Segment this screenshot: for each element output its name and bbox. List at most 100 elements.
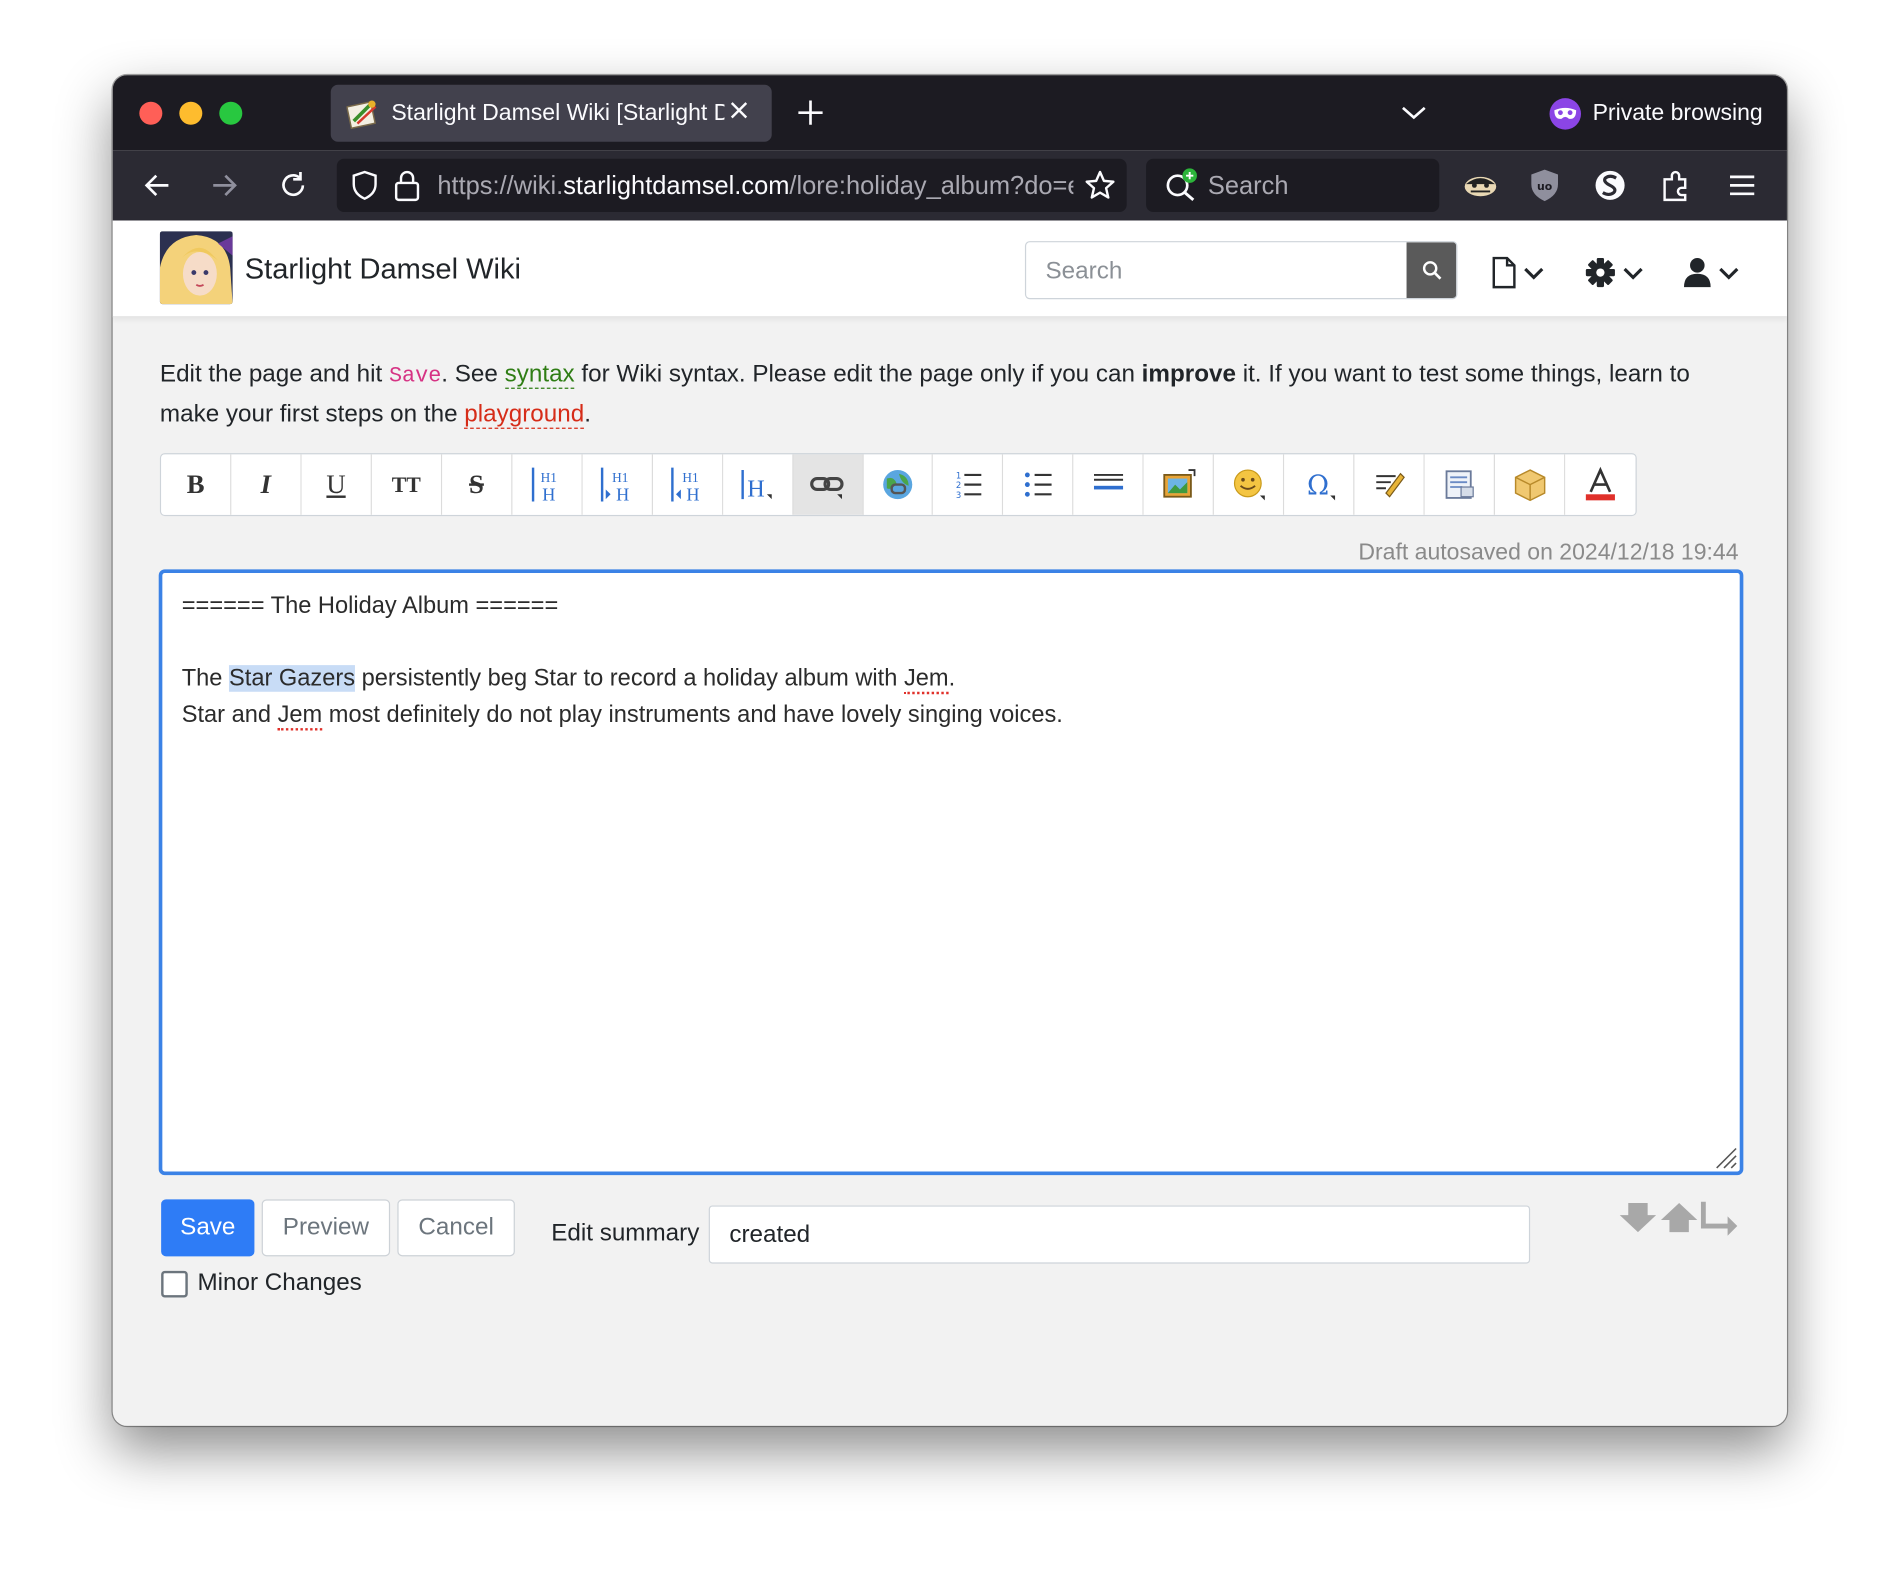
link-button[interactable]	[793, 454, 864, 515]
private-browsing-label: Private browsing	[1592, 100, 1763, 126]
new-tab-icon[interactable]	[795, 97, 826, 128]
site-title[interactable]: Starlight Damsel Wiki	[245, 253, 521, 287]
tab-starlight-wiki[interactable]: Starlight Damsel Wiki [Starlight Damsel …	[330, 84, 772, 142]
font-color-icon	[1585, 466, 1615, 501]
lower-heading-button[interactable]: H1 H	[582, 454, 653, 515]
user-tools-menu[interactable]	[1683, 254, 1741, 290]
extensions-puzzle-icon[interactable]	[1659, 167, 1693, 203]
extension-s-icon[interactable]	[1592, 167, 1628, 203]
horizontal-rule-button[interactable]	[1073, 454, 1145, 515]
text-color-button[interactable]	[1565, 454, 1636, 515]
url-text[interactable]: https://wiki.starlightdamsel.com/lore:ho…	[437, 172, 1073, 201]
site-tools-menu[interactable]	[1585, 254, 1646, 290]
intro-save-keyword: Save	[388, 364, 442, 389]
higher-heading-button[interactable]: H1 H	[652, 454, 723, 515]
spellcheck-flagged-word: Jem	[904, 665, 949, 695]
syntax-link[interactable]: syntax	[504, 361, 575, 389]
save-button[interactable]: Save	[161, 1199, 255, 1257]
edit-summary-input[interactable]	[729, 1221, 1505, 1250]
minor-changes-option[interactable]: Minor Changes	[161, 1270, 362, 1298]
italic-button[interactable]: I	[231, 454, 302, 515]
signature-button[interactable]	[1354, 454, 1425, 515]
external-link-button[interactable]	[863, 454, 934, 515]
chevron-down-icon	[1623, 267, 1643, 280]
cancel-button[interactable]: Cancel	[397, 1199, 515, 1257]
ordered-list-button[interactable]: 123	[933, 454, 1004, 515]
tracking-shield-icon[interactable]	[349, 170, 380, 201]
signature-pen-icon	[1375, 472, 1405, 498]
heading-select-button[interactable]: H	[722, 454, 794, 515]
globe-link-icon	[883, 470, 913, 500]
close-window-button[interactable]	[139, 101, 163, 125]
page-tools-menu[interactable]	[1490, 254, 1546, 290]
editor-text: persistently beg Star to record a holida…	[355, 665, 904, 692]
bold-glyph: B	[186, 468, 205, 500]
intro-text-5: .	[584, 401, 591, 428]
toggle-wrap-icon	[1700, 1201, 1738, 1236]
preview-button[interactable]: Preview	[261, 1199, 391, 1257]
monospace-glyph: TT	[391, 471, 421, 497]
browser-search-box[interactable]: Search	[1146, 158, 1440, 213]
minor-changes-label: Minor Changes	[197, 1269, 362, 1297]
extension-badger-icon[interactable]	[1461, 167, 1500, 203]
search-icon	[1422, 261, 1441, 280]
address-bar[interactable]: https://wiki.starlightdamsel.com/lore:ho…	[336, 158, 1127, 213]
ublock-shield-icon[interactable]: uo	[1528, 167, 1562, 203]
site-search[interactable]: Search	[1024, 241, 1458, 300]
special-chars-button[interactable]: Ω	[1284, 454, 1355, 515]
forward-button[interactable]	[206, 167, 242, 203]
plugin-button[interactable]	[1495, 454, 1566, 515]
reload-button[interactable]	[275, 167, 311, 203]
wiki-text-editor[interactable]: ====== The Holiday Album ====== The Star…	[158, 569, 1744, 1176]
app-menu-icon[interactable]	[1726, 170, 1757, 201]
list-all-tabs-icon[interactable]	[1399, 102, 1428, 124]
shrink-editor-down-icon	[1619, 1203, 1657, 1233]
editor-line-paragraph-1: The Star Gazers persistently beg Star to…	[182, 660, 1721, 696]
editor-text: Star and	[181, 701, 278, 729]
zoom-window-button[interactable]	[219, 101, 243, 125]
same-level-heading-button[interactable]: H1 H	[512, 454, 583, 515]
ordered-list-icon: 123	[956, 471, 982, 500]
bookmark-star-icon[interactable]	[1083, 168, 1117, 202]
editor-line-heading: ====== The Holiday Album ======	[181, 592, 559, 620]
site-logo[interactable]	[159, 231, 233, 305]
edit-intro-text: Edit the page and hit Save. See syntax f…	[160, 356, 1747, 434]
back-arrow-icon	[144, 174, 169, 196]
chevron-down-icon	[1719, 267, 1739, 280]
image-button[interactable]	[1144, 454, 1215, 515]
svg-text:H1: H1	[683, 470, 699, 485]
site-header: Starlight Damsel Wiki Search	[112, 220, 1787, 318]
navigation-bar: https://wiki.starlightdamsel.com/lore:ho…	[112, 150, 1787, 221]
media-manager-button[interactable]	[1424, 454, 1496, 515]
wiki-favicon-icon	[346, 100, 377, 130]
horizontal-rule-icon	[1093, 473, 1123, 490]
gear-icon	[1585, 258, 1615, 288]
svg-text:H: H	[747, 476, 765, 503]
svg-text:H1: H1	[612, 470, 628, 485]
edit-summary-field[interactable]	[708, 1205, 1531, 1264]
minor-changes-checkbox[interactable]	[161, 1270, 188, 1297]
playground-link[interactable]: playground	[464, 401, 585, 429]
underline-button[interactable]: U	[301, 454, 372, 515]
back-button[interactable]	[139, 167, 175, 203]
unordered-list-button[interactable]	[1003, 454, 1074, 515]
lock-icon[interactable]	[393, 168, 422, 202]
strikethrough-button[interactable]: S	[441, 454, 513, 515]
minimize-window-button[interactable]	[179, 101, 203, 125]
forward-arrow-icon	[213, 174, 237, 196]
smiley-button[interactable]	[1214, 454, 1285, 515]
site-search-button[interactable]	[1406, 242, 1457, 299]
resize-handle-icon[interactable]	[1711, 1142, 1738, 1169]
editor-selected-text: Star Gazers	[229, 665, 356, 692]
editor-line-blank	[182, 624, 1721, 660]
editor-size-controls[interactable]	[1619, 1199, 1740, 1236]
intro-text-3: for Wiki syntax. Please edit the page on…	[574, 361, 1142, 388]
tab-close-icon[interactable]	[726, 97, 755, 126]
bold-button[interactable]: B	[161, 454, 232, 515]
url-host: starlightdamsel.com	[563, 172, 790, 200]
monospace-button[interactable]: TT	[371, 454, 442, 515]
browser-window: Starlight Damsel Wiki [Starlight Damsel …	[112, 75, 1787, 1426]
edit-summary-label: Edit summary	[551, 1219, 700, 1247]
editor-text: most definitely do not play instruments …	[322, 701, 1063, 729]
svg-text:2: 2	[956, 480, 961, 490]
